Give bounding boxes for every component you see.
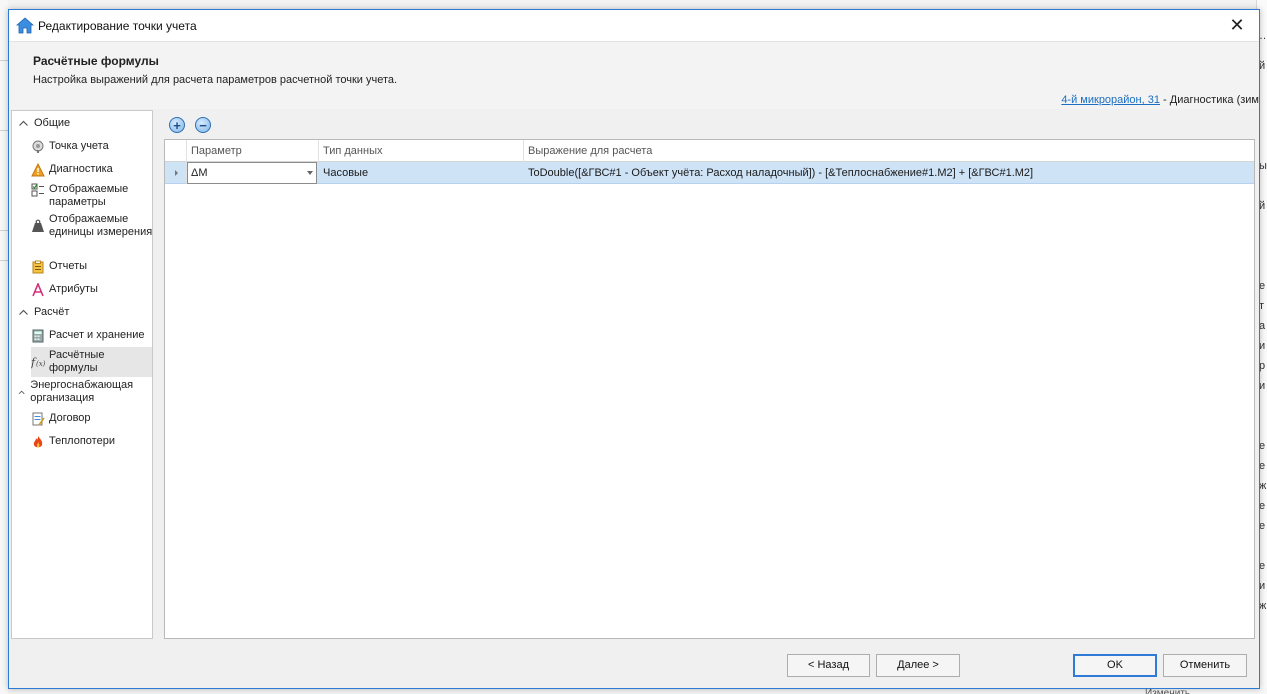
title-bar: Редактирование точки учета ✕ xyxy=(9,10,1259,41)
calculator-icon xyxy=(31,329,45,343)
row-pointer-icon xyxy=(175,170,178,176)
contract-icon xyxy=(31,412,45,426)
nav-group-general[interactable]: Общие xyxy=(18,117,70,129)
background-left-strip xyxy=(0,0,8,694)
column-header-data-type[interactable]: Тип данных xyxy=(319,140,524,162)
column-header-expression[interactable]: Выражение для расчета xyxy=(524,140,1254,162)
table-row[interactable]: ΔM Часовые ToDouble([&ГВС#1 - Объект учё… xyxy=(165,162,1254,184)
breadcrumb-link[interactable]: 4-й микрорайон, 31 xyxy=(1061,94,1160,106)
data-type-cell[interactable]: Часовые xyxy=(319,162,524,184)
nav-item-attributes[interactable]: Атрибуты xyxy=(31,283,152,297)
dialog-footer: < Назад Далее > OK Отменить xyxy=(9,642,1259,688)
add-row-button[interactable]: + xyxy=(169,117,185,133)
page-header: Расчётные формулы Настройка выражений дл… xyxy=(9,41,1259,109)
nav-item-label: Теплопотери xyxy=(49,435,115,447)
nav-item-reports[interactable]: Отчеты xyxy=(31,260,152,274)
letter-a-icon xyxy=(31,283,45,297)
chevron-up-icon xyxy=(18,390,25,395)
column-header-parameter[interactable]: Параметр xyxy=(187,140,319,162)
nav-item-diagnostics[interactable]: Диагностика xyxy=(31,163,152,177)
weight-icon xyxy=(31,219,45,233)
nav-group-energy-supplier[interactable]: Энергоснабжающая организация xyxy=(18,379,143,405)
background-fragment: ж xyxy=(1259,600,1267,612)
settings-navigation: Общие Точка учета Диагностика Отображаем… xyxy=(11,110,153,639)
background-fragment: ж xyxy=(1259,480,1267,492)
fire-icon xyxy=(31,435,45,449)
nav-item-heat-loss[interactable]: Теплопотери xyxy=(31,435,152,449)
back-button[interactable]: < Назад xyxy=(787,654,870,677)
close-icon[interactable]: ✕ xyxy=(1227,15,1247,35)
row-indicator-header xyxy=(165,140,187,162)
clipboard-icon xyxy=(31,260,45,274)
formulas-grid: Параметр Тип данных Выражение для расчет… xyxy=(164,139,1255,639)
background-fragment: ы xyxy=(1259,160,1267,172)
remove-row-button[interactable]: − xyxy=(195,117,211,133)
chevron-down-icon[interactable] xyxy=(307,171,313,175)
nav-group-label: Общие xyxy=(34,117,71,129)
nav-item-label: Атрибуты xyxy=(49,283,98,295)
breadcrumb: 4-й микрорайон, 31 - Диагностика (зим xyxy=(1061,94,1259,106)
page-title: Расчётные формулы xyxy=(33,54,159,68)
grid-toolbar: + − xyxy=(164,113,1255,137)
nav-item-displayed-units[interactable]: Отображаемые единицы измерения xyxy=(31,213,153,239)
nav-item-label: Расчет и хранение xyxy=(49,329,145,341)
grid-header: Параметр Тип данных Выражение для расчет… xyxy=(165,140,1254,162)
svg-text:(x): (x) xyxy=(36,360,45,368)
background-fragment: … xyxy=(1259,30,1267,42)
row-indicator[interactable] xyxy=(165,162,187,184)
edit-metering-point-dialog: Редактирование точки учета ✕ Расчётные ф… xyxy=(8,9,1260,689)
window-title: Редактирование точки учета xyxy=(38,19,197,33)
meter-icon xyxy=(31,140,45,154)
expression-cell[interactable]: ToDouble([&ГВС#1 - Объект учёта: Расход … xyxy=(524,162,1254,184)
nav-item-displayed-parameters[interactable]: Отображаемые параметры xyxy=(31,183,152,209)
nav-item-calc-storage[interactable]: Расчет и хранение xyxy=(31,329,152,343)
nav-item-label: Диагностика xyxy=(49,163,113,175)
nav-item-metering-point[interactable]: Точка учета xyxy=(31,140,152,154)
nav-group-label: Расчёт xyxy=(34,306,70,318)
warning-icon xyxy=(31,163,45,177)
parameter-value: ΔM xyxy=(191,167,208,179)
cancel-button[interactable]: Отменить xyxy=(1163,654,1247,677)
breadcrumb-rest: - Диагностика (зим xyxy=(1159,94,1259,106)
nav-item-label: Договор xyxy=(49,412,91,424)
formulas-panel: + − Параметр Тип данных Выражение для ра… xyxy=(164,113,1255,639)
nav-group-label: Энергоснабжающая организация xyxy=(30,379,134,404)
home-icon xyxy=(15,17,35,34)
next-button[interactable]: Далее > xyxy=(876,654,960,677)
ok-button[interactable]: OK xyxy=(1073,654,1157,677)
nav-item-contract[interactable]: Договор xyxy=(31,412,152,426)
page-subtitle: Настройка выражений для расчета параметр… xyxy=(33,74,398,86)
nav-item-label: Отображаемые параметры xyxy=(49,183,129,208)
nav-group-calculation[interactable]: Расчёт xyxy=(18,306,69,318)
chevron-up-icon xyxy=(19,309,28,315)
nav-item-calc-formulas[interactable]: f (x) Расчётные формулы xyxy=(31,347,152,377)
nav-item-label: Отчеты xyxy=(49,260,88,272)
nav-item-label: Расчётные формулы xyxy=(49,349,105,374)
parameter-combobox[interactable]: ΔM xyxy=(187,162,317,184)
function-icon: f (x) xyxy=(31,355,45,369)
checklist-icon xyxy=(31,183,45,197)
nav-item-label: Точка учета xyxy=(49,140,109,152)
chevron-up-icon xyxy=(19,120,28,126)
nav-item-label: Отображаемые единицы измерения xyxy=(49,213,153,238)
